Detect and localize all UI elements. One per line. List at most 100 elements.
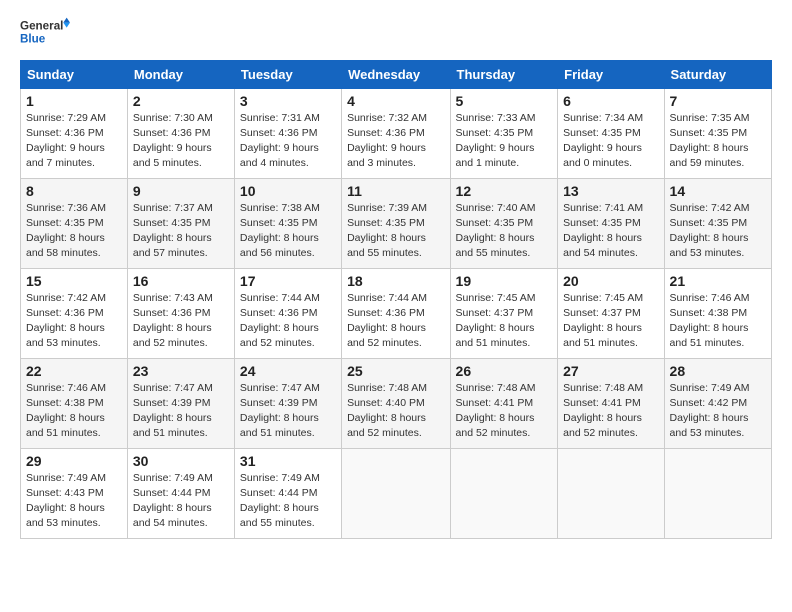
calendar-cell: 2 Sunrise: 7:30 AMSunset: 4:36 PMDaylight… bbox=[127, 88, 234, 178]
day-number: 2 bbox=[133, 93, 229, 109]
weekday-header-tuesday: Tuesday bbox=[234, 60, 341, 88]
calendar-cell: 25 Sunrise: 7:48 AMSunset: 4:40 PMDayligh… bbox=[342, 358, 450, 448]
day-number: 8 bbox=[26, 183, 122, 199]
calendar-cell: 22Sunrise: 7:46 AMSunset: 4:38 PMDayligh… bbox=[21, 358, 128, 448]
calendar-cell: 7 Sunrise: 7:35 AMSunset: 4:35 PMDaylight… bbox=[664, 88, 771, 178]
calendar-week-5: 29 Sunrise: 7:49 AMSunset: 4:43 PMDayligh… bbox=[21, 448, 772, 538]
day-info: Sunrise: 7:49 AMSunset: 4:43 PMDaylight:… bbox=[26, 471, 122, 532]
day-number: 17 bbox=[240, 273, 336, 289]
day-info: Sunrise: 7:33 AMSunset: 4:35 PMDaylight:… bbox=[456, 111, 553, 172]
weekday-header-saturday: Saturday bbox=[664, 60, 771, 88]
day-info: Sunrise: 7:47 AMSunset: 4:39 PMDaylight:… bbox=[133, 381, 229, 442]
calendar-week-1: 1Sunrise: 7:29 AMSunset: 4:36 PMDaylight… bbox=[21, 88, 772, 178]
day-info: Sunrise: 7:43 AMSunset: 4:36 PMDaylight:… bbox=[133, 291, 229, 352]
day-info: Sunrise: 7:32 AMSunset: 4:36 PMDaylight:… bbox=[347, 111, 444, 172]
day-number: 4 bbox=[347, 93, 444, 109]
logo: General Blue bbox=[20, 16, 70, 48]
day-number: 26 bbox=[456, 363, 553, 379]
calendar-cell: 6 Sunrise: 7:34 AMSunset: 4:35 PMDaylight… bbox=[558, 88, 664, 178]
day-info: Sunrise: 7:38 AMSunset: 4:35 PMDaylight:… bbox=[240, 201, 336, 262]
day-number: 23 bbox=[133, 363, 229, 379]
day-info: Sunrise: 7:48 AMSunset: 4:41 PMDaylight:… bbox=[563, 381, 658, 442]
day-number: 15 bbox=[26, 273, 122, 289]
day-info: Sunrise: 7:44 AMSunset: 4:36 PMDaylight:… bbox=[240, 291, 336, 352]
calendar-cell: 12 Sunrise: 7:40 AMSunset: 4:35 PMDayligh… bbox=[450, 178, 558, 268]
calendar-cell: 16 Sunrise: 7:43 AMSunset: 4:36 PMDayligh… bbox=[127, 268, 234, 358]
day-info: Sunrise: 7:48 AMSunset: 4:40 PMDaylight:… bbox=[347, 381, 444, 442]
day-number: 13 bbox=[563, 183, 658, 199]
day-number: 29 bbox=[26, 453, 122, 469]
day-number: 25 bbox=[347, 363, 444, 379]
calendar-cell: 9 Sunrise: 7:37 AMSunset: 4:35 PMDaylight… bbox=[127, 178, 234, 268]
day-number: 3 bbox=[240, 93, 336, 109]
calendar-cell bbox=[450, 448, 558, 538]
day-number: 21 bbox=[670, 273, 766, 289]
day-info: Sunrise: 7:34 AMSunset: 4:35 PMDaylight:… bbox=[563, 111, 658, 172]
day-info: Sunrise: 7:39 AMSunset: 4:35 PMDaylight:… bbox=[347, 201, 444, 262]
calendar-cell: 28 Sunrise: 7:49 AMSunset: 4:42 PMDayligh… bbox=[664, 358, 771, 448]
logo-icon: General Blue bbox=[20, 16, 70, 48]
day-info: Sunrise: 7:36 AMSunset: 4:35 PMDaylight:… bbox=[26, 201, 122, 262]
day-info: Sunrise: 7:42 AMSunset: 4:35 PMDaylight:… bbox=[670, 201, 766, 262]
svg-text:Blue: Blue bbox=[20, 33, 46, 46]
weekday-header-row: SundayMondayTuesdayWednesdayThursdayFrid… bbox=[21, 60, 772, 88]
day-number: 18 bbox=[347, 273, 444, 289]
weekday-header-sunday: Sunday bbox=[21, 60, 128, 88]
calendar-cell: 4 Sunrise: 7:32 AMSunset: 4:36 PMDaylight… bbox=[342, 88, 450, 178]
weekday-header-thursday: Thursday bbox=[450, 60, 558, 88]
day-info: Sunrise: 7:45 AMSunset: 4:37 PMDaylight:… bbox=[563, 291, 658, 352]
calendar-table: SundayMondayTuesdayWednesdayThursdayFrid… bbox=[20, 60, 772, 539]
day-info: Sunrise: 7:48 AMSunset: 4:41 PMDaylight:… bbox=[456, 381, 553, 442]
calendar-week-2: 8 Sunrise: 7:36 AMSunset: 4:35 PMDaylight… bbox=[21, 178, 772, 268]
calendar-week-3: 15 Sunrise: 7:42 AMSunset: 4:36 PMDayligh… bbox=[21, 268, 772, 358]
day-number: 20 bbox=[563, 273, 658, 289]
day-number: 7 bbox=[670, 93, 766, 109]
day-number: 22 bbox=[26, 363, 122, 379]
calendar-cell: 1Sunrise: 7:29 AMSunset: 4:36 PMDaylight… bbox=[21, 88, 128, 178]
calendar-body: 1Sunrise: 7:29 AMSunset: 4:36 PMDaylight… bbox=[21, 88, 772, 538]
calendar-cell: 10 Sunrise: 7:38 AMSunset: 4:35 PMDayligh… bbox=[234, 178, 341, 268]
day-number: 24 bbox=[240, 363, 336, 379]
calendar-cell: 24 Sunrise: 7:47 AMSunset: 4:39 PMDayligh… bbox=[234, 358, 341, 448]
day-number: 12 bbox=[456, 183, 553, 199]
calendar-cell: 26 Sunrise: 7:48 AMSunset: 4:41 PMDayligh… bbox=[450, 358, 558, 448]
calendar-cell: 27 Sunrise: 7:48 AMSunset: 4:41 PMDayligh… bbox=[558, 358, 664, 448]
day-info: Sunrise: 7:44 AMSunset: 4:36 PMDaylight:… bbox=[347, 291, 444, 352]
day-number: 14 bbox=[670, 183, 766, 199]
day-number: 16 bbox=[133, 273, 229, 289]
day-info: Sunrise: 7:31 AMSunset: 4:36 PMDaylight:… bbox=[240, 111, 336, 172]
calendar-cell: 15 Sunrise: 7:42 AMSunset: 4:36 PMDayligh… bbox=[21, 268, 128, 358]
calendar-cell: 23 Sunrise: 7:47 AMSunset: 4:39 PMDayligh… bbox=[127, 358, 234, 448]
calendar-cell: 13Sunrise: 7:41 AMSunset: 4:35 PMDayligh… bbox=[558, 178, 664, 268]
calendar-cell: 19Sunrise: 7:45 AMSunset: 4:37 PMDayligh… bbox=[450, 268, 558, 358]
day-info: Sunrise: 7:40 AMSunset: 4:35 PMDaylight:… bbox=[456, 201, 553, 262]
day-number: 28 bbox=[670, 363, 766, 379]
day-number: 31 bbox=[240, 453, 336, 469]
day-info: Sunrise: 7:49 AMSunset: 4:42 PMDaylight:… bbox=[670, 381, 766, 442]
day-number: 6 bbox=[563, 93, 658, 109]
day-number: 11 bbox=[347, 183, 444, 199]
calendar-cell: 11 Sunrise: 7:39 AMSunset: 4:35 PMDayligh… bbox=[342, 178, 450, 268]
calendar-cell: 8 Sunrise: 7:36 AMSunset: 4:35 PMDaylight… bbox=[21, 178, 128, 268]
day-number: 30 bbox=[133, 453, 229, 469]
day-info: Sunrise: 7:49 AMSunset: 4:44 PMDaylight:… bbox=[133, 471, 229, 532]
calendar-cell bbox=[558, 448, 664, 538]
day-info: Sunrise: 7:30 AMSunset: 4:36 PMDaylight:… bbox=[133, 111, 229, 172]
calendar-cell: 20 Sunrise: 7:45 AMSunset: 4:37 PMDayligh… bbox=[558, 268, 664, 358]
day-number: 9 bbox=[133, 183, 229, 199]
calendar-cell: 21Sunrise: 7:46 AMSunset: 4:38 PMDayligh… bbox=[664, 268, 771, 358]
calendar-cell: 18 Sunrise: 7:44 AMSunset: 4:36 PMDayligh… bbox=[342, 268, 450, 358]
day-info: Sunrise: 7:37 AMSunset: 4:35 PMDaylight:… bbox=[133, 201, 229, 262]
day-info: Sunrise: 7:42 AMSunset: 4:36 PMDaylight:… bbox=[26, 291, 122, 352]
calendar-cell: 5Sunrise: 7:33 AMSunset: 4:35 PMDaylight… bbox=[450, 88, 558, 178]
day-info: Sunrise: 7:35 AMSunset: 4:35 PMDaylight:… bbox=[670, 111, 766, 172]
day-info: Sunrise: 7:47 AMSunset: 4:39 PMDaylight:… bbox=[240, 381, 336, 442]
day-info: Sunrise: 7:49 AMSunset: 4:44 PMDaylight:… bbox=[240, 471, 336, 532]
calendar-cell bbox=[342, 448, 450, 538]
weekday-header-friday: Friday bbox=[558, 60, 664, 88]
calendar-week-4: 22Sunrise: 7:46 AMSunset: 4:38 PMDayligh… bbox=[21, 358, 772, 448]
day-number: 10 bbox=[240, 183, 336, 199]
day-info: Sunrise: 7:29 AMSunset: 4:36 PMDaylight:… bbox=[26, 111, 122, 172]
day-number: 27 bbox=[563, 363, 658, 379]
svg-text:General: General bbox=[20, 19, 63, 32]
